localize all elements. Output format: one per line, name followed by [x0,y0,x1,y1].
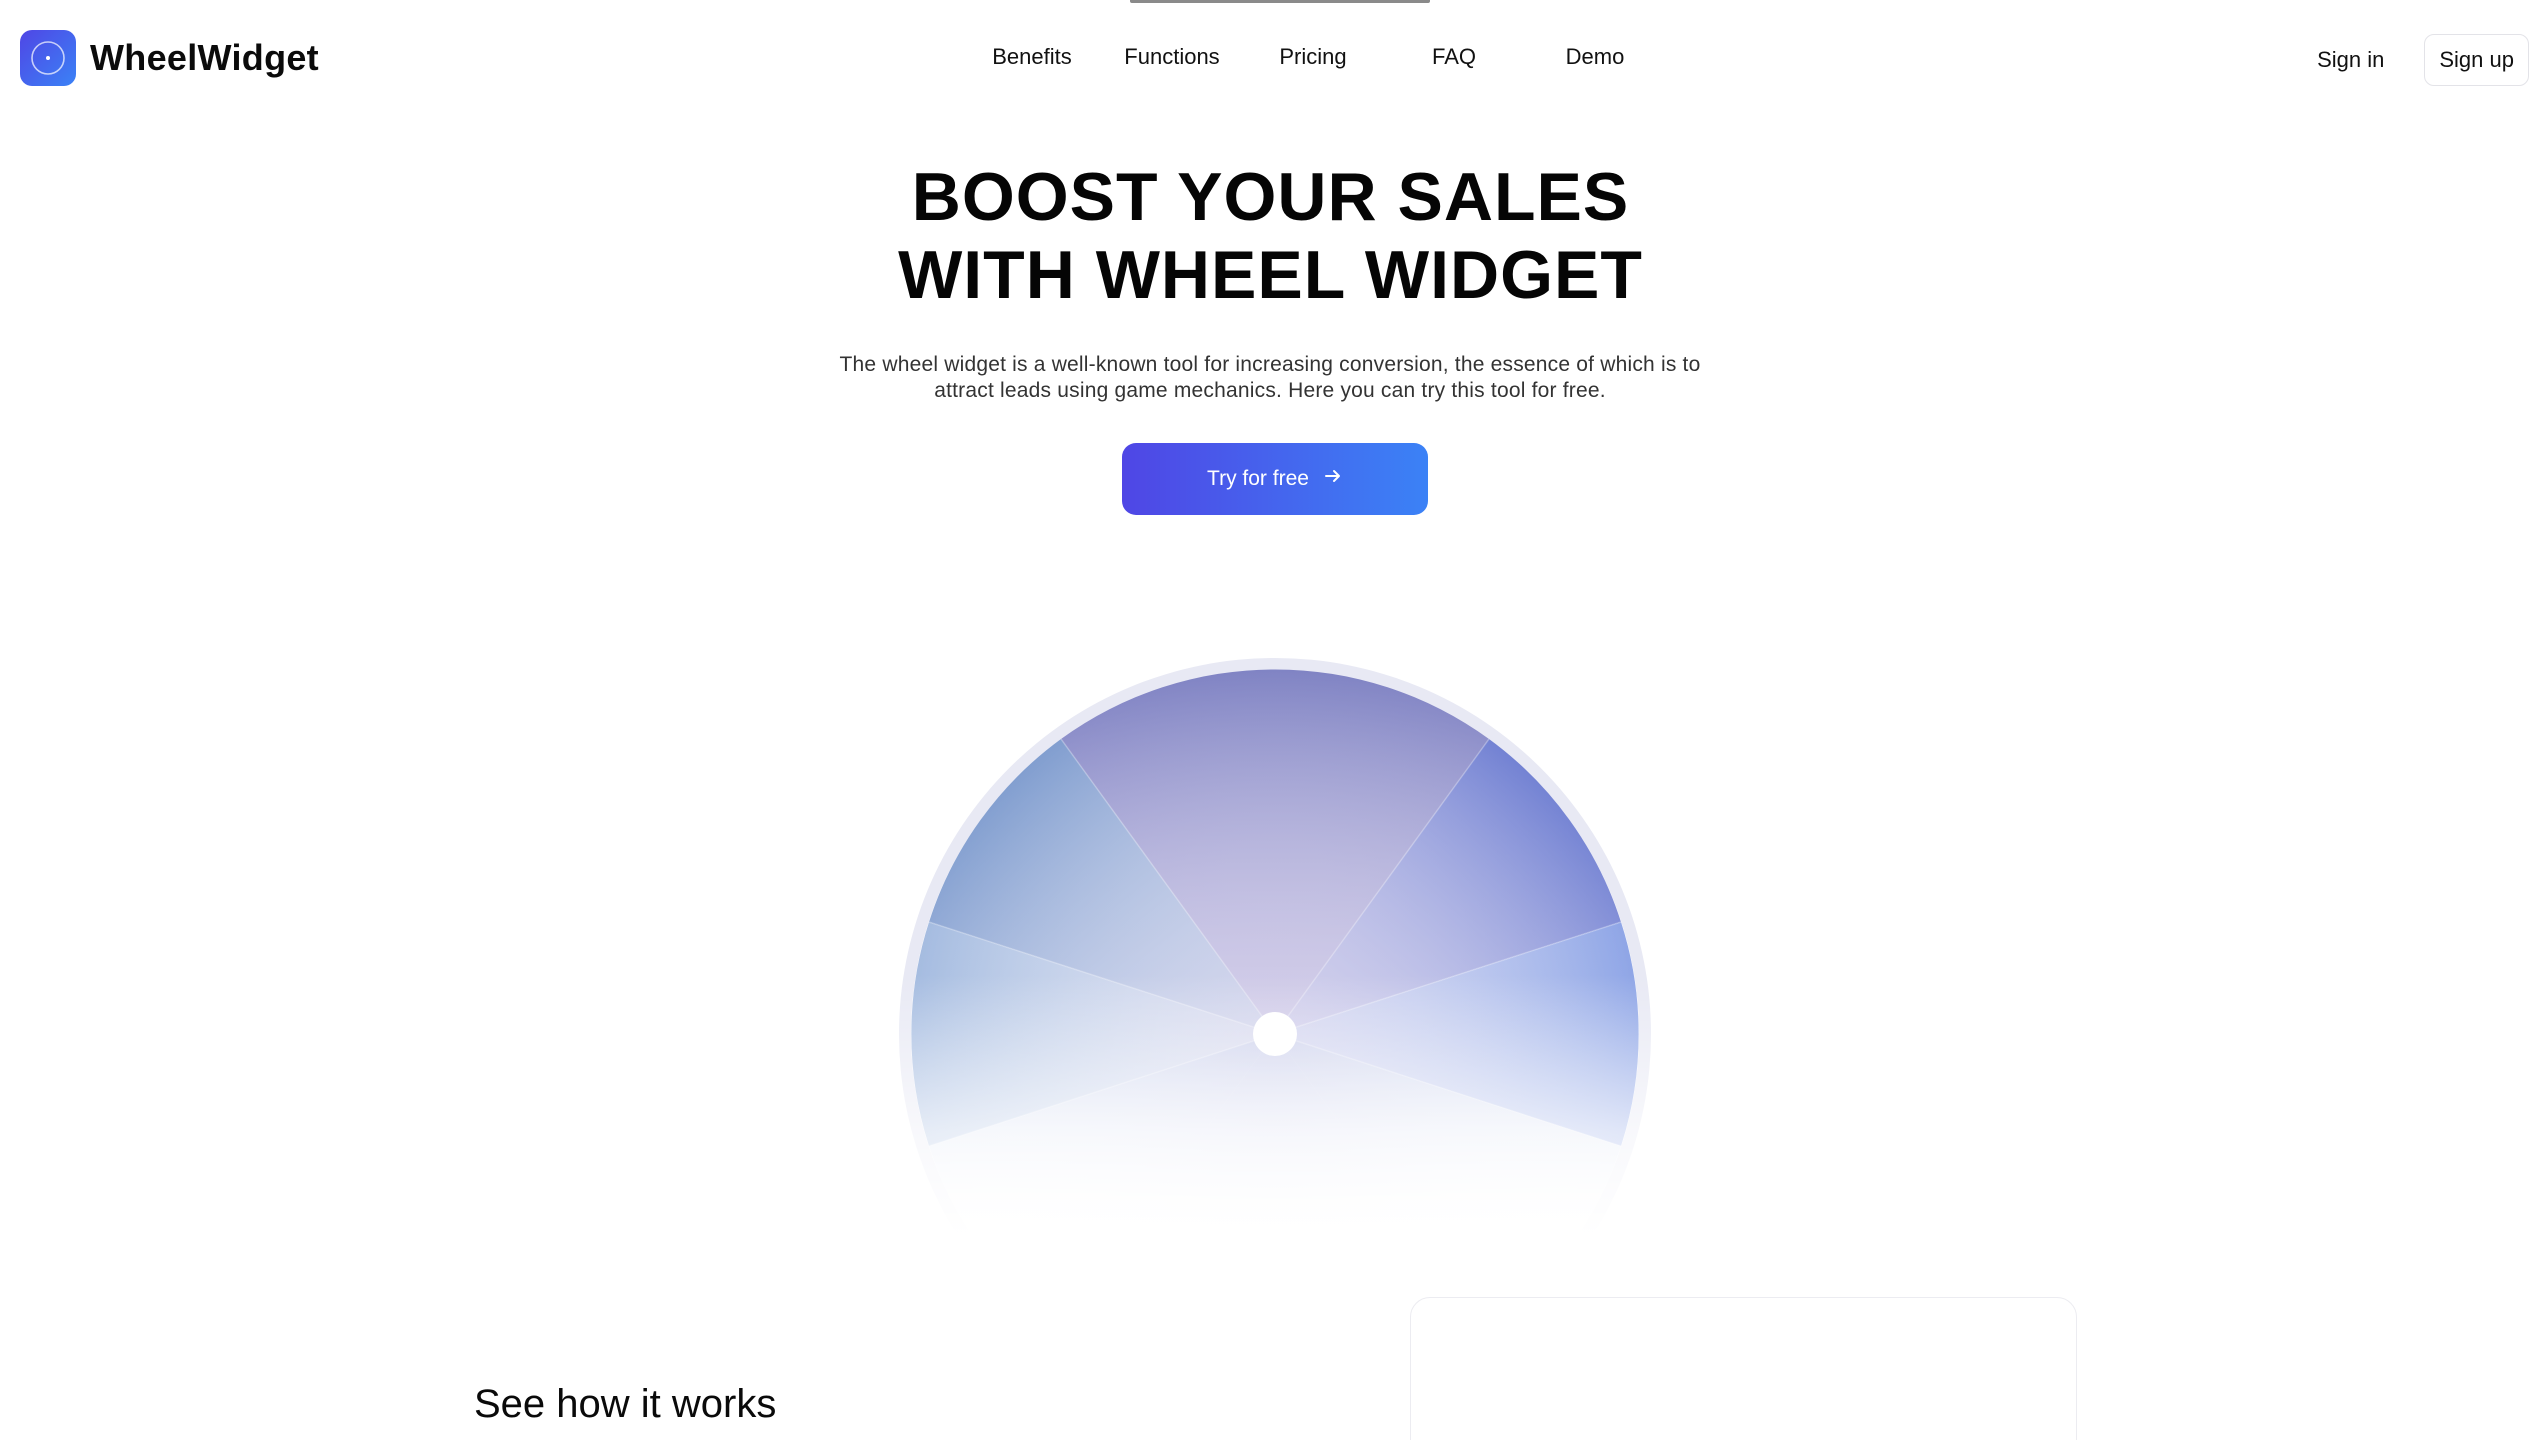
demo-preview-card [1410,1297,2077,1440]
cta-label: Try for free [1207,467,1309,490]
section-title: See how it works [474,1382,777,1426]
hero-description: The wheel widget is a well-known tool fo… [839,353,1701,402]
hero-title-line-2: WITH WHEEL WIDGET [898,237,1643,313]
sign-in-link[interactable]: Sign in [2317,47,2384,73]
prize-wheel[interactable] [897,656,1653,1236]
nav-item-functions[interactable]: Functions [1124,44,1219,70]
nav-item-demo[interactable]: Demo [1566,44,1625,70]
hero-title: BOOST YOUR SALES WITH WHEEL WIDGET [0,158,2541,314]
auth-actions: Sign in Sign up [2317,34,2529,86]
sign-up-button[interactable]: Sign up [2424,34,2529,86]
wheel-center-hub[interactable] [1253,1012,1297,1056]
site-header: WheelWidget Benefits Functions Pricing F… [0,0,2541,120]
try-for-free-button[interactable]: Try for free [1122,443,1428,515]
nav-item-faq[interactable]: FAQ [1432,44,1476,70]
nav-item-benefits[interactable]: Benefits [992,44,1072,70]
nav-item-pricing[interactable]: Pricing [1279,44,1346,70]
arrow-right-icon [1323,466,1343,492]
main-nav: Benefits Functions Pricing FAQ Demo [0,44,2541,78]
hero-title-line-1: BOOST YOUR SALES [911,159,1630,235]
landing-page: WheelWidget Benefits Functions Pricing F… [0,0,2541,1440]
